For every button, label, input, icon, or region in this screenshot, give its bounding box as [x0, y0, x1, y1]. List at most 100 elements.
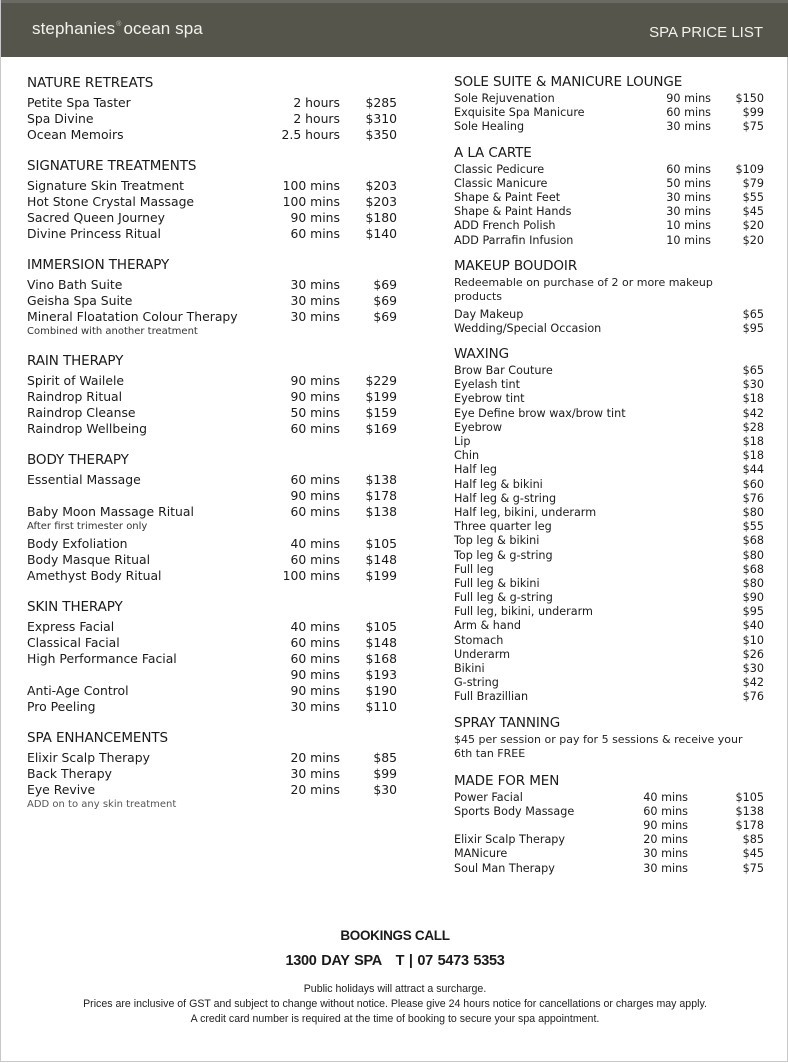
section-title: BODY THERAPY [27, 452, 129, 468]
treatment-price: $26 [742, 647, 764, 661]
treatment-price: $178 [365, 488, 397, 503]
section-note: Redeemable on purchase of 2 or more make… [454, 275, 713, 303]
price-row: Arm & hand $40 [454, 619, 764, 633]
treatment-name: Elixir Scalp Therapy [454, 833, 566, 847]
section-made-for-men: MADE FOR MEN Power Facial 40 mins $105 Spo… [454, 773, 764, 876]
price-row: Three quarter leg $55 [454, 520, 764, 534]
section-title: WAXING [454, 346, 510, 363]
treatment-price: $76 [742, 491, 764, 505]
treatment-price: $75 [742, 120, 764, 134]
right-column: SOLE SUITE & MANICURE LOUNGE Sole Rejuve… [454, 74, 764, 876]
treatment-name: Sacred Queen Journey [27, 210, 165, 225]
treatment-duration: 30 mins [666, 120, 711, 134]
treatment-duration: 30 mins [290, 309, 340, 324]
price-row: Anti-Age Control 90 mins $190 [27, 683, 397, 699]
treatment-price: $30 [373, 782, 397, 797]
price-row: Top leg & g-string $80 [454, 549, 764, 563]
treatment-price: $44 [742, 463, 764, 477]
price-row: Ocean Memoirs 2.5 hours $350 [27, 127, 397, 143]
bookings-title: BOOKINGS CALL [340, 928, 450, 943]
treatment-name: Chin [454, 449, 480, 463]
section-title: SKIN THERAPY [27, 599, 123, 615]
section-title: SOLE SUITE & MANICURE LOUNGE [454, 74, 683, 90]
treatment-name: Hot Stone Crystal Massage [27, 194, 195, 209]
treatment-price: $178 [735, 818, 764, 832]
price-row: Divine Princess Ritual 60 mins $140 [27, 226, 397, 242]
treatment-name: Divine Princess Ritual [27, 226, 161, 241]
price-row: Shape & Paint Hands 30 mins $45 [454, 205, 764, 219]
treatment-name: Underarm [454, 647, 511, 661]
price-row: MANicure 30 mins $45 [454, 847, 764, 861]
treatment-price: $169 [365, 421, 397, 436]
price-row: 90 mins $178 [27, 488, 397, 504]
treatment-name: Back Therapy [27, 766, 112, 781]
treatment-duration: 20 mins [290, 750, 340, 765]
treatment-name: Power Facial [454, 790, 523, 804]
treatment-price: $138 [735, 804, 764, 818]
treatment-name: Shape & Paint Hands [454, 205, 572, 219]
treatment-price: $20 [742, 233, 764, 247]
treatment-price: $138 [365, 472, 397, 487]
treatment-duration: 90 mins [290, 210, 340, 225]
treatment-price: $18 [742, 435, 764, 448]
treatment-name: Three quarter leg [454, 520, 552, 534]
treatment-price: $69 [373, 277, 397, 292]
price-row: Spirit of Wailele 90 mins $229 [27, 373, 397, 389]
treatment-name: Full leg, bikini, underarm [454, 605, 593, 619]
price-row: 90 mins $193 [27, 667, 397, 683]
treatment-name: Elixir Scalp Therapy [27, 750, 150, 765]
treatment-price: $190 [365, 683, 397, 698]
treatment-name: Express Facial [27, 619, 115, 634]
price-row: Lip $18 [454, 435, 764, 449]
price-row: Pro Peeling 30 mins $110 [27, 699, 397, 715]
treatment-price: $85 [742, 833, 764, 847]
treatment-name: Eyelash tint [454, 378, 520, 392]
price-row: Elixir Scalp Therapy 20 mins $85 [454, 833, 764, 847]
treatment-name: Half leg & bikini [454, 477, 543, 491]
treatment-name: Raindrop Wellbeing [27, 421, 147, 436]
section-nature-retreats: NATURE RETREATS Petite Spa Taster 2 hours… [27, 74, 397, 143]
price-row: Essential Massage 60 mins $138 [27, 472, 397, 488]
treatment-name: Raindrop Cleanse [27, 405, 136, 420]
treatment-name: Day Makeup [454, 307, 524, 321]
price-row: Sacred Queen Journey 90 mins $180 [27, 210, 397, 226]
treatment-name: Top leg & bikini [454, 534, 540, 548]
treatment-price: $20 [742, 219, 764, 233]
price-row: Sole Healing 30 mins $75 [454, 120, 764, 134]
section-skin-therapy: SKIN THERAPY Express Facial 40 mins $105 C… [27, 598, 397, 715]
section-title: NATURE RETREATS [27, 75, 154, 91]
treatment-duration: 20 mins [643, 833, 688, 847]
treatment-duration: 90 mins [290, 389, 340, 404]
treatment-price: $30 [742, 378, 764, 392]
treatment-duration: 30 mins [666, 205, 711, 219]
treatment-name: Spa Divine [27, 111, 94, 126]
treatment-price: $140 [365, 226, 397, 241]
treatment-name: Geisha Spa Suite [27, 293, 133, 308]
treatment-price: $203 [365, 178, 397, 193]
section-title: SPA ENHANCEMENTS [27, 730, 168, 746]
price-row: Sports Body Massage 60 mins $138 [454, 805, 764, 819]
treatment-price: $110 [365, 699, 397, 714]
price-row: Raindrop Ritual 90 mins $199 [27, 389, 397, 405]
treatment-duration: 60 mins [290, 472, 340, 487]
treatment-duration: 100 mins [282, 178, 340, 193]
section-title: SIGNATURE TREATMENTS [27, 158, 197, 174]
section-note: Combined with another treatment [27, 326, 198, 337]
price-row: Express Facial 40 mins $105 [27, 619, 397, 635]
price-row: Spa Divine 2 hours $310 [27, 111, 397, 127]
treatment-price: $138 [365, 504, 397, 519]
treatment-price: $79 [742, 176, 764, 190]
header-bar: stephanies® ocean spa SPA PRICE LIST [1, 0, 788, 57]
treatment-name: Mineral Floatation Colour Therapy [27, 309, 238, 324]
treatment-duration: 40 mins [643, 790, 688, 804]
treatment-duration: 10 mins [666, 219, 711, 233]
treatment-name: Half leg, bikini, underarm [454, 505, 597, 519]
treatment-price: $68 [742, 534, 764, 548]
treatment-name: Full leg [454, 562, 494, 576]
treatment-name: Amethyst Body Ritual [27, 568, 162, 583]
price-row: Eyelash tint $30 [454, 378, 764, 392]
treatment-duration: 30 mins [643, 847, 688, 861]
treatment-name: Eye Define brow wax/brow tint [454, 406, 626, 420]
document-title: SPA PRICE LIST [649, 24, 763, 41]
treatment-name: Baby Moon Massage Ritual [27, 504, 194, 519]
